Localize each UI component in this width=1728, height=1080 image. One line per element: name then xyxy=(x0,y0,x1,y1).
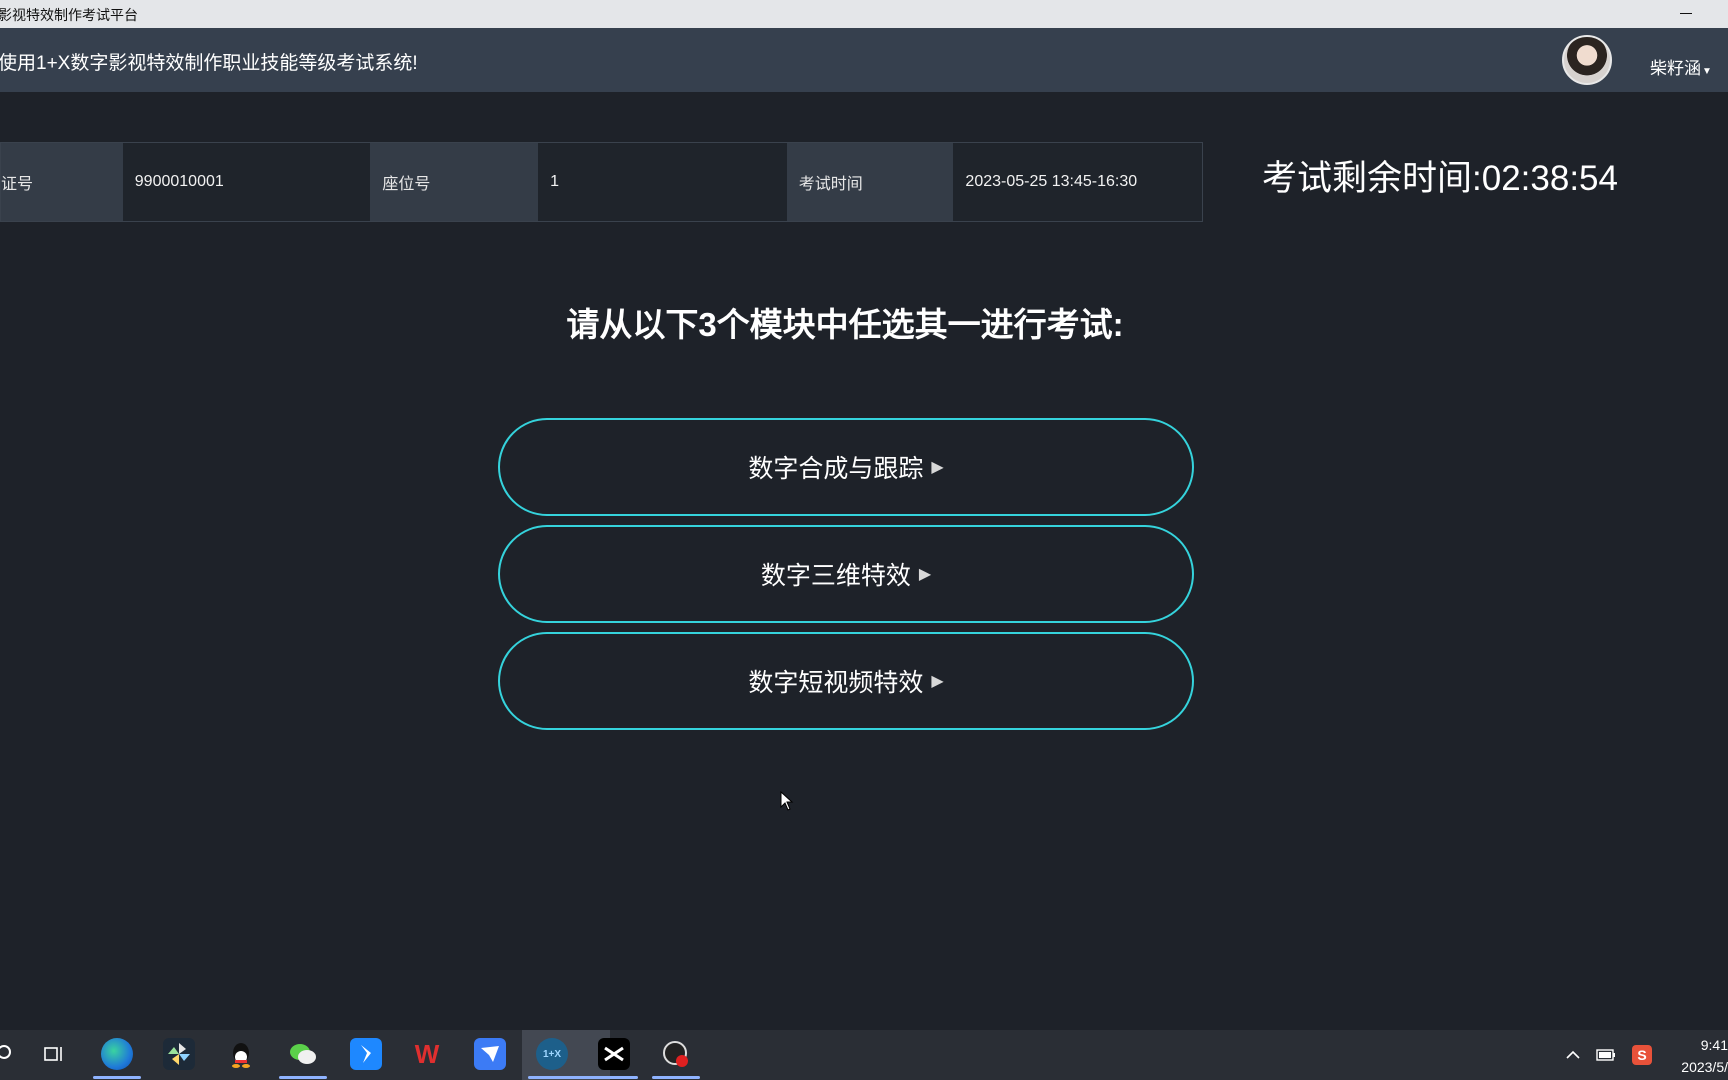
exam-app-icon[interactable]: 1+X xyxy=(536,1038,568,1070)
running-indicator xyxy=(590,1076,638,1079)
username-label: 柴籽涵 xyxy=(1650,59,1701,78)
search-icon[interactable] xyxy=(0,1038,22,1070)
clock-time: 9:41 xyxy=(1700,1037,1728,1053)
play-arrow-icon: ▶ xyxy=(931,673,944,690)
remaining-time-label: 考试剩余时间: xyxy=(1262,159,1482,198)
show-hidden-icons-chevron-icon[interactable] xyxy=(1565,1030,1581,1080)
module-button-3d-effects[interactable]: 数字三维特效 ▶ xyxy=(498,525,1194,623)
battery-icon[interactable] xyxy=(1596,1030,1616,1080)
cert-value: 9900010001 xyxy=(122,143,371,221)
module-label: 数字合成与跟踪 xyxy=(748,455,924,483)
running-indicator xyxy=(652,1076,700,1079)
edge-icon[interactable] xyxy=(101,1038,133,1070)
wechat-icon[interactable] xyxy=(287,1038,319,1070)
wps-icon[interactable]: W xyxy=(411,1038,443,1070)
play-arrow-icon: ▶ xyxy=(931,459,944,476)
running-indicator xyxy=(279,1076,327,1079)
task-view-icon[interactable] xyxy=(38,1038,70,1070)
remaining-time-value: 02:38:54 xyxy=(1481,159,1618,198)
app-header: 使用1+X数字影视特效制作职业技能等级考试系统! xyxy=(0,28,1728,92)
obs-icon[interactable] xyxy=(660,1038,692,1070)
pinwheel-icon[interactable] xyxy=(163,1038,195,1070)
module-button-short-video[interactable]: 数字短视频特效 ▶ xyxy=(498,632,1194,730)
dingtalk-bird-icon[interactable] xyxy=(474,1038,506,1070)
system-clock[interactable]: 9:41 2023/5/ xyxy=(1681,1034,1728,1078)
seat-value: 1 xyxy=(538,143,787,221)
module-button-compositing[interactable]: 数字合成与跟踪 ▶ xyxy=(498,418,1194,516)
exam-info-table: 证号 9900010001 座位号 1 考试时间 2023-05-25 13:4… xyxy=(0,142,1203,222)
window-title: 影视特效制作考试平台 xyxy=(0,7,138,23)
seat-label: 座位号 xyxy=(370,143,539,221)
cert-label: 证号 xyxy=(1,143,123,221)
taskbar xyxy=(0,1030,1728,1080)
module-prompt: 请从以下3个模块中任选其一进行考试: xyxy=(566,306,1124,343)
exam-time-value: 2023-05-25 13:45-16:30 xyxy=(953,143,1202,221)
user-menu[interactable]: 柴籽涵▼ xyxy=(1650,54,1712,79)
clock-date: 2023/5/ xyxy=(1681,1059,1728,1075)
exam-time-label: 考试时间 xyxy=(786,143,954,221)
avatar[interactable] xyxy=(1562,35,1612,85)
running-indicator xyxy=(93,1076,141,1079)
minimize-button[interactable] xyxy=(1666,2,1706,24)
welcome-text: 使用1+X数字影视特效制作职业技能等级考试系统! xyxy=(0,53,418,74)
module-label: 数字三维特效 xyxy=(760,562,911,590)
caret-down-icon: ▼ xyxy=(1702,66,1712,77)
module-list: 数字合成与跟踪 ▶ 数字三维特效 ▶ 数字短视频特效 ▶ xyxy=(498,418,1194,739)
module-label: 数字短视频特效 xyxy=(748,669,924,697)
qq-icon[interactable] xyxy=(225,1038,257,1070)
window-titlebar: 影视特效制作考试平台 xyxy=(0,0,1728,28)
mouse-cursor-icon xyxy=(780,791,794,811)
sogou-input-icon[interactable]: S xyxy=(1632,1030,1652,1080)
remaining-time: 考试剩余时间:02:38:54 xyxy=(1262,150,1618,201)
feishu-icon[interactable] xyxy=(350,1038,382,1070)
play-arrow-icon: ▶ xyxy=(918,566,932,583)
capcut-icon[interactable] xyxy=(598,1038,630,1070)
